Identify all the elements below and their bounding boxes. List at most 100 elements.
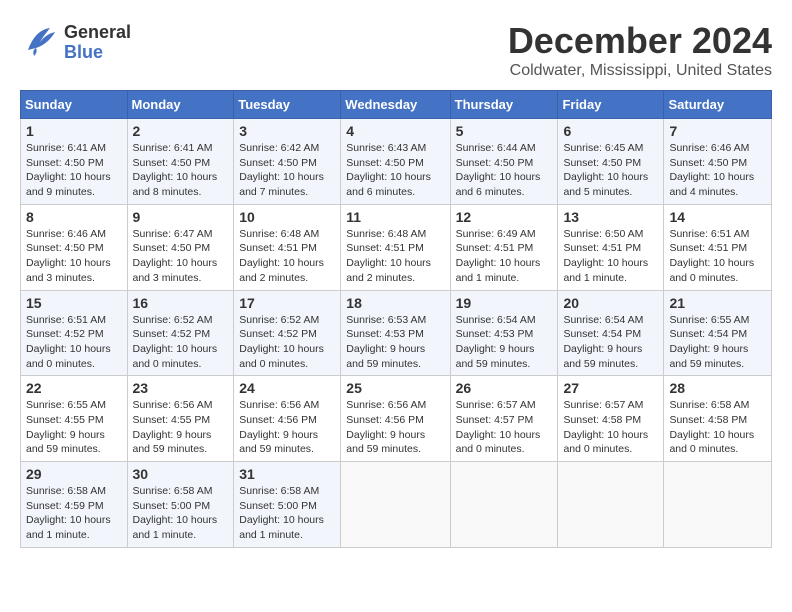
day-number: 16 [133,295,229,311]
day-number: 31 [239,466,335,482]
day-number: 27 [563,380,658,396]
day-number: 5 [456,123,553,139]
table-row: 25 Sunrise: 6:56 AMSunset: 4:56 PMDayligh… [341,376,450,462]
table-row: 14 Sunrise: 6:51 AMSunset: 4:51 PMDayligh… [664,204,772,290]
day-number: 12 [456,209,553,225]
day-number: 17 [239,295,335,311]
day-detail: Sunrise: 6:53 AMSunset: 4:53 PMDaylight:… [346,313,444,372]
table-row: 29 Sunrise: 6:58 AMSunset: 4:59 PMDayligh… [21,462,128,548]
day-detail: Sunrise: 6:55 AMSunset: 4:55 PMDaylight:… [26,398,122,457]
day-number: 2 [133,123,229,139]
day-number: 9 [133,209,229,225]
day-detail: Sunrise: 6:52 AMSunset: 4:52 PMDaylight:… [133,313,229,372]
day-number: 10 [239,209,335,225]
logo-general-text: General [64,23,131,43]
day-number: 18 [346,295,444,311]
day-number: 13 [563,209,658,225]
table-row: 26 Sunrise: 6:57 AMSunset: 4:57 PMDayligh… [450,376,558,462]
day-number: 3 [239,123,335,139]
table-row: 9 Sunrise: 6:47 AMSunset: 4:50 PMDaylight… [127,204,234,290]
day-number: 25 [346,380,444,396]
table-row: 1Sunrise: 6:41 AMSunset: 4:50 PMDaylight… [21,119,128,205]
calendar-week-row: 15Sunrise: 6:51 AMSunset: 4:52 PMDayligh… [21,290,772,376]
table-row: 28Sunrise: 6:58 AMSunset: 4:58 PMDayligh… [664,376,772,462]
table-row: 10Sunrise: 6:48 AMSunset: 4:51 PMDayligh… [234,204,341,290]
day-number: 26 [456,380,553,396]
col-monday: Monday [127,91,234,119]
table-row [664,462,772,548]
day-detail: Sunrise: 6:57 AMSunset: 4:58 PMDaylight:… [563,398,658,457]
day-number: 22 [26,380,122,396]
calendar-week-row: 1Sunrise: 6:41 AMSunset: 4:50 PMDaylight… [21,119,772,205]
day-detail: Sunrise: 6:51 AMSunset: 4:52 PMDaylight:… [26,313,122,372]
day-number: 20 [563,295,658,311]
page-title: December 2024 [508,20,772,62]
day-detail: Sunrise: 6:49 AMSunset: 4:51 PMDaylight:… [456,227,553,286]
col-saturday: Saturday [664,91,772,119]
day-detail: Sunrise: 6:54 AMSunset: 4:54 PMDaylight:… [563,313,658,372]
table-row: 13 Sunrise: 6:50 AMSunset: 4:51 PMDayligh… [558,204,664,290]
day-detail: Sunrise: 6:46 AMSunset: 4:50 PMDaylight:… [26,227,122,286]
day-detail: Sunrise: 6:43 AMSunset: 4:50 PMDaylight:… [346,141,444,200]
table-row: 20 Sunrise: 6:54 AMSunset: 4:54 PMDayligh… [558,290,664,376]
table-row: 4 Sunrise: 6:43 AMSunset: 4:50 PMDaylight… [341,119,450,205]
day-detail: Sunrise: 6:47 AMSunset: 4:50 PMDaylight:… [133,227,229,286]
calendar-week-row: 29 Sunrise: 6:58 AMSunset: 4:59 PMDayligh… [21,462,772,548]
day-number: 6 [563,123,658,139]
table-row: 21 Sunrise: 6:55 AMSunset: 4:54 PMDayligh… [664,290,772,376]
calendar-table: Sunday Monday Tuesday Wednesday Thursday… [20,90,772,548]
day-detail: Sunrise: 6:56 AMSunset: 4:56 PMDaylight:… [239,398,335,457]
table-row: 5Sunrise: 6:44 AMSunset: 4:50 PMDaylight… [450,119,558,205]
calendar-header-row: Sunday Monday Tuesday Wednesday Thursday… [21,91,772,119]
header: General Blue December 2024 Coldwater, Mi… [20,20,772,80]
day-detail: Sunrise: 6:58 AMSunset: 5:00 PMDaylight:… [239,484,335,543]
day-detail: Sunrise: 6:54 AMSunset: 4:53 PMDaylight:… [456,313,553,372]
table-row: 8 Sunrise: 6:46 AMSunset: 4:50 PMDaylight… [21,204,128,290]
title-area: December 2024 Coldwater, Mississippi, Un… [508,20,772,80]
table-row: 18 Sunrise: 6:53 AMSunset: 4:53 PMDayligh… [341,290,450,376]
day-detail: Sunrise: 6:58 AMSunset: 4:59 PMDaylight:… [26,484,122,543]
day-number: 24 [239,380,335,396]
logo: General Blue [20,20,131,65]
col-friday: Friday [558,91,664,119]
day-detail: Sunrise: 6:57 AMSunset: 4:57 PMDaylight:… [456,398,553,457]
table-row: 2 Sunrise: 6:41 AMSunset: 4:50 PMDaylight… [127,119,234,205]
day-detail: Sunrise: 6:56 AMSunset: 4:55 PMDaylight:… [133,398,229,457]
table-row: 27 Sunrise: 6:57 AMSunset: 4:58 PMDayligh… [558,376,664,462]
day-detail: Sunrise: 6:41 AMSunset: 4:50 PMDaylight:… [133,141,229,200]
col-thursday: Thursday [450,91,558,119]
page-subtitle: Coldwater, Mississippi, United States [508,62,772,80]
table-row [341,462,450,548]
day-detail: Sunrise: 6:58 AMSunset: 4:58 PMDaylight:… [669,398,766,457]
table-row: 11Sunrise: 6:48 AMSunset: 4:51 PMDayligh… [341,204,450,290]
table-row: 31 Sunrise: 6:58 AMSunset: 5:00 PMDayligh… [234,462,341,548]
day-detail: Sunrise: 6:55 AMSunset: 4:54 PMDaylight:… [669,313,766,372]
col-sunday: Sunday [21,91,128,119]
day-number: 4 [346,123,444,139]
table-row: 24 Sunrise: 6:56 AMSunset: 4:56 PMDayligh… [234,376,341,462]
day-number: 14 [669,209,766,225]
day-detail: Sunrise: 6:45 AMSunset: 4:50 PMDaylight:… [563,141,658,200]
col-wednesday: Wednesday [341,91,450,119]
day-detail: Sunrise: 6:56 AMSunset: 4:56 PMDaylight:… [346,398,444,457]
day-number: 7 [669,123,766,139]
logo-bird-icon [20,20,60,65]
table-row: 7 Sunrise: 6:46 AMSunset: 4:50 PMDaylight… [664,119,772,205]
day-number: 23 [133,380,229,396]
day-detail: Sunrise: 6:50 AMSunset: 4:51 PMDaylight:… [563,227,658,286]
table-row: 19 Sunrise: 6:54 AMSunset: 4:53 PMDayligh… [450,290,558,376]
day-number: 19 [456,295,553,311]
table-row: 15Sunrise: 6:51 AMSunset: 4:52 PMDayligh… [21,290,128,376]
day-detail: Sunrise: 6:51 AMSunset: 4:51 PMDaylight:… [669,227,766,286]
table-row: 23 Sunrise: 6:56 AMSunset: 4:55 PMDayligh… [127,376,234,462]
day-number: 21 [669,295,766,311]
table-row: 17Sunrise: 6:52 AMSunset: 4:52 PMDayligh… [234,290,341,376]
logo-words: General Blue [64,23,131,63]
day-number: 8 [26,209,122,225]
day-number: 29 [26,466,122,482]
table-row: 16 Sunrise: 6:52 AMSunset: 4:52 PMDayligh… [127,290,234,376]
day-detail: Sunrise: 6:46 AMSunset: 4:50 PMDaylight:… [669,141,766,200]
day-number: 30 [133,466,229,482]
table-row [558,462,664,548]
day-detail: Sunrise: 6:42 AMSunset: 4:50 PMDaylight:… [239,141,335,200]
